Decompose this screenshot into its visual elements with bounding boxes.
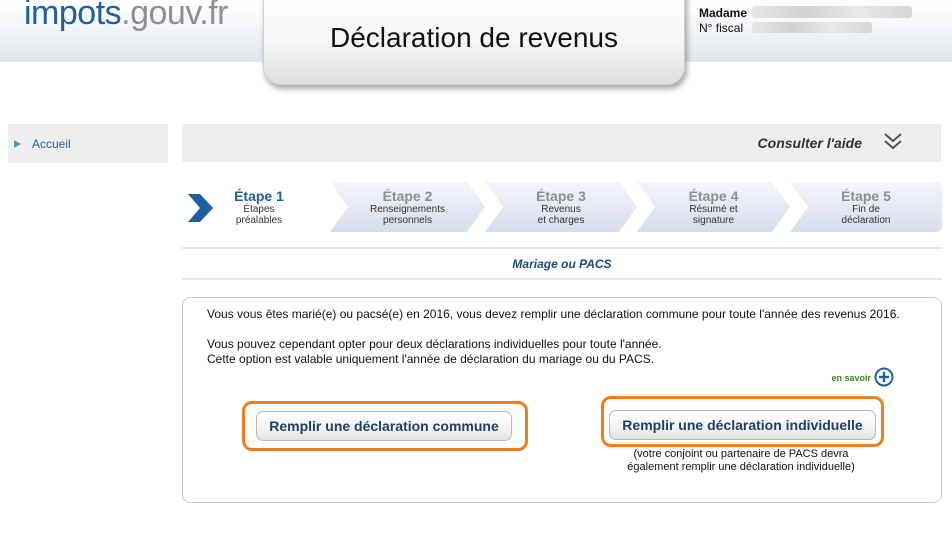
step-2: Étape 2 Renseignements personnels bbox=[330, 182, 485, 232]
individual-note-line-1: (votre conjoint ou partenaire de PACS de… bbox=[633, 448, 849, 460]
info-paragraph-1: Vous vous êtes marié(e) ou pacsé(e) en 2… bbox=[207, 307, 900, 321]
step-subtitle-2: personnels bbox=[383, 215, 432, 226]
step-4: Étape 4 Résumé et signature bbox=[637, 182, 790, 232]
sidebar-item-accueil[interactable]: Accueil bbox=[8, 124, 168, 163]
fill-common-declaration-button[interactable]: Remplir une déclaration commune bbox=[256, 411, 512, 441]
user-info: Madame N° fiscal bbox=[699, 6, 747, 36]
sidebar-item-label: Accueil bbox=[32, 136, 71, 151]
triangle-right-icon bbox=[14, 139, 21, 148]
individual-note-line-2: également remplir une déclaration indivi… bbox=[627, 461, 855, 473]
step-title: Étape 3 bbox=[536, 188, 586, 204]
content-panel: Vous vous êtes marié(e) ou pacsé(e) en 2… bbox=[182, 297, 942, 503]
divider-top bbox=[182, 247, 942, 249]
step-subtitle-2: et charges bbox=[537, 215, 585, 226]
step-subtitle-1: Renseignements bbox=[369, 204, 446, 215]
step-subtitle-2: signature bbox=[692, 215, 735, 226]
learn-more-link[interactable]: en savoir bbox=[831, 373, 871, 383]
step-subtitle-2: déclaration bbox=[841, 215, 891, 226]
info-paragraph-2: Vous pouvez cependant opter pour deux dé… bbox=[207, 337, 662, 351]
page-title: Déclaration de revenus bbox=[330, 22, 618, 53]
fill-individual-declaration-button[interactable]: Remplir une déclaration individuelle bbox=[609, 410, 876, 440]
user-title: Madame bbox=[699, 6, 748, 20]
fiscal-number-label: N° fiscal bbox=[699, 21, 744, 35]
step-subtitle-1: Revenus bbox=[541, 204, 581, 215]
page-title-box: Déclaration de revenus bbox=[263, 0, 685, 85]
logo-part-domain: .gouv.fr bbox=[121, 0, 229, 32]
help-bar: Consulter l'aide bbox=[182, 124, 941, 162]
step-1: Étape 1 Étapes préalables bbox=[182, 182, 332, 232]
step-subtitle-1: Fin de bbox=[852, 204, 880, 215]
step-title: Étape 5 bbox=[841, 188, 891, 204]
step-3: Étape 3 Revenus et charges bbox=[485, 182, 637, 232]
steps-progress: Étape 1 Étapes préalables Étape 2 Rensei… bbox=[182, 182, 942, 232]
step-5: Étape 5 Fin de déclaration bbox=[790, 182, 942, 232]
double-chevron-down-icon[interactable] bbox=[883, 131, 903, 153]
divider-bottom bbox=[182, 278, 942, 280]
step-subtitle-1: Résumé et bbox=[689, 204, 738, 215]
step-title: Étape 1 bbox=[234, 188, 284, 204]
section-title: Mariage ou PACS bbox=[512, 257, 612, 271]
site-logo[interactable]: impots.gouv.fr bbox=[24, 0, 229, 33]
redacted-fiscal-number bbox=[752, 22, 872, 33]
step-title: Étape 2 bbox=[382, 188, 433, 204]
step-subtitle-1: Étapes bbox=[243, 204, 275, 215]
help-link[interactable]: Consulter l'aide bbox=[758, 135, 862, 151]
step-title: Étape 4 bbox=[688, 188, 739, 204]
step-subtitle-2: préalables bbox=[235, 215, 283, 226]
redacted-user-name bbox=[752, 6, 912, 18]
info-paragraph-3: Cette option est valable uniquement l'an… bbox=[207, 352, 655, 366]
plus-circle-icon[interactable] bbox=[874, 367, 894, 387]
individual-note: (votre conjoint ou partenaire de PACS de… bbox=[591, 448, 891, 474]
logo-part-impots: impots bbox=[24, 0, 122, 32]
